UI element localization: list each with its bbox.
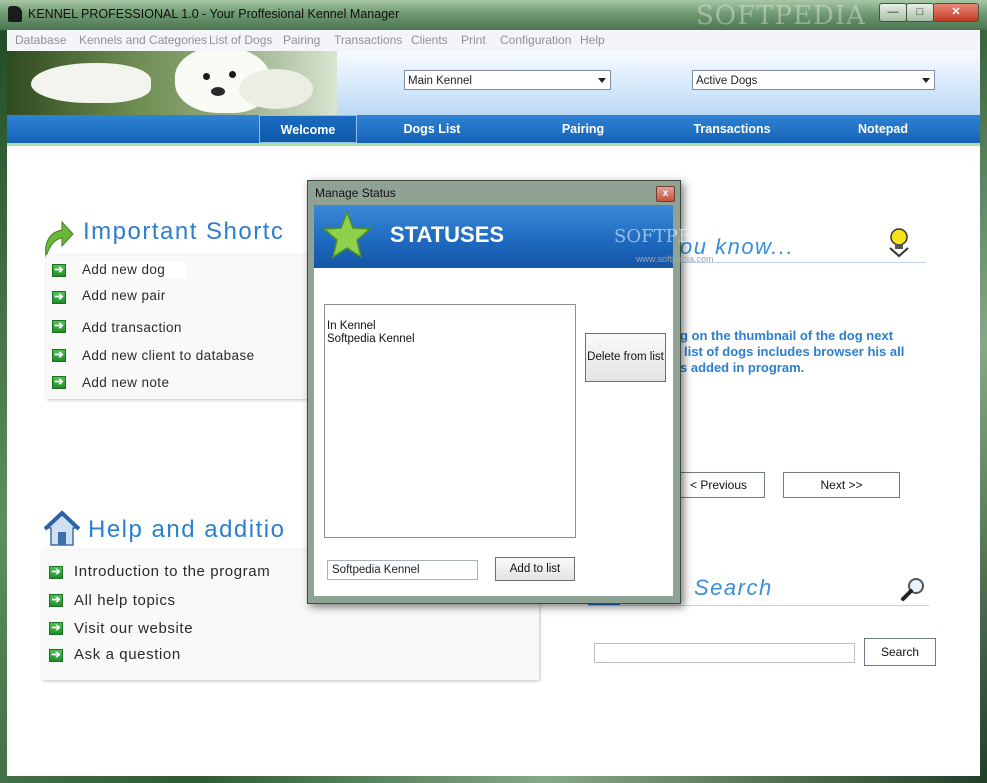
green-arrow-icon: ➔ xyxy=(52,291,66,304)
search-button[interactable]: Search xyxy=(864,638,936,666)
puppies-image xyxy=(7,51,337,115)
kennel-select-value: Main Kennel xyxy=(408,75,472,87)
did-you-know-line-2: list of dogs includes browser his all xyxy=(684,344,905,359)
shortcut-add-transaction[interactable]: Add transaction xyxy=(82,320,182,335)
window-title: KENNEL PROFESSIONAL 1.0 - Your Proffesio… xyxy=(28,7,400,21)
house-icon xyxy=(44,510,80,546)
previous-button[interactable]: < Previous xyxy=(672,472,765,498)
menu-kennels-and-categories[interactable]: Kennels and Categories xyxy=(79,33,207,47)
did-you-know-underline xyxy=(680,262,926,263)
green-arrow-icon: ➔ xyxy=(49,594,63,607)
menu-help[interactable]: Help xyxy=(580,33,605,47)
did-you-know-line-1: g on the thumbnail of the dog next xyxy=(680,328,894,343)
dialog-close-button[interactable]: x xyxy=(656,186,675,202)
dialog-watermark: SOFTPEDIA xyxy=(614,226,726,247)
chevron-down-icon xyxy=(598,78,606,83)
shortcut-add-new-pair[interactable]: Add new pair xyxy=(82,288,166,303)
tab-welcome[interactable]: Welcome xyxy=(259,115,357,143)
delete-from-list-button[interactable]: Delete from list xyxy=(585,333,666,382)
status-name-input[interactable]: Softpedia Kennel xyxy=(327,560,478,580)
shortcut-add-new-note[interactable]: Add new note xyxy=(82,375,169,390)
help-introduction[interactable]: Introduction to the program xyxy=(74,563,270,580)
green-arrow-icon: ➔ xyxy=(52,349,66,362)
help-visit-website[interactable]: Visit our website xyxy=(74,620,193,637)
tab-transactions[interactable]: Transactions xyxy=(682,115,782,143)
nav-divider xyxy=(7,143,980,146)
dialog-watermark-url: www.softpedia.com xyxy=(636,254,714,264)
search-input[interactable] xyxy=(594,643,855,663)
tab-notepad[interactable]: Notepad xyxy=(833,115,933,143)
close-button[interactable]: ✕ xyxy=(933,3,979,22)
green-arrow-icon: ➔ xyxy=(49,566,63,579)
dialog-title: Manage Status xyxy=(315,186,396,200)
help-ask-question[interactable]: Ask a question xyxy=(74,646,181,663)
magnifier-icon xyxy=(901,578,924,601)
maximize-button[interactable]: □ xyxy=(906,3,934,22)
dog-status-select-value: Active Dogs xyxy=(696,75,758,87)
app-icon xyxy=(8,6,22,22)
dog-status-select[interactable]: Active Dogs xyxy=(692,70,935,90)
add-to-list-button[interactable]: Add to list xyxy=(495,557,575,581)
menu-print[interactable]: Print xyxy=(461,33,486,47)
watermark: SOFTPEDIA xyxy=(696,1,866,31)
menu-list-of-dogs[interactable]: List of Dogs xyxy=(209,33,272,47)
search-title: Search xyxy=(694,575,773,600)
help-title: Help and additio xyxy=(88,516,286,543)
menu-pairing[interactable]: Pairing xyxy=(283,33,320,47)
chevron-down-icon xyxy=(922,78,930,83)
menu-clients[interactable]: Clients xyxy=(411,33,448,47)
shortcut-add-new-client[interactable]: Add new client to database xyxy=(82,348,255,363)
next-button[interactable]: Next >> xyxy=(783,472,900,498)
search-underline xyxy=(588,605,929,606)
status-list-item[interactable]: In Kennel xyxy=(327,320,376,332)
help-all-topics[interactable]: All help topics xyxy=(74,592,176,609)
minimize-button[interactable]: — xyxy=(879,3,907,22)
green-arrow-icon: ➔ xyxy=(49,649,63,662)
menu-database[interactable]: Database xyxy=(15,33,66,47)
lightbulb-icon xyxy=(889,228,909,258)
menu-configuration[interactable]: Configuration xyxy=(500,33,571,47)
shortcut-arrow-icon xyxy=(45,220,74,258)
status-list-item[interactable]: Softpedia Kennel xyxy=(327,333,415,345)
green-arrow-icon: ➔ xyxy=(52,320,66,333)
tab-dogs-list[interactable]: Dogs List xyxy=(382,115,482,143)
tab-pairing[interactable]: Pairing xyxy=(533,115,633,143)
shortcuts-title: Important Shortc xyxy=(83,218,285,245)
green-arrow-icon: ➔ xyxy=(52,264,66,277)
green-arrow-icon: ➔ xyxy=(52,376,66,389)
dialog-banner-title: STATUSES xyxy=(390,222,505,247)
star-icon xyxy=(322,210,372,259)
kennel-select[interactable]: Main Kennel xyxy=(404,70,611,90)
green-arrow-icon: ➔ xyxy=(49,622,63,635)
menu-transactions[interactable]: Transactions xyxy=(334,33,402,47)
did-you-know-line-3: s added in program. xyxy=(680,360,805,375)
shortcut-add-new-dog[interactable]: Add new dog xyxy=(82,262,165,277)
